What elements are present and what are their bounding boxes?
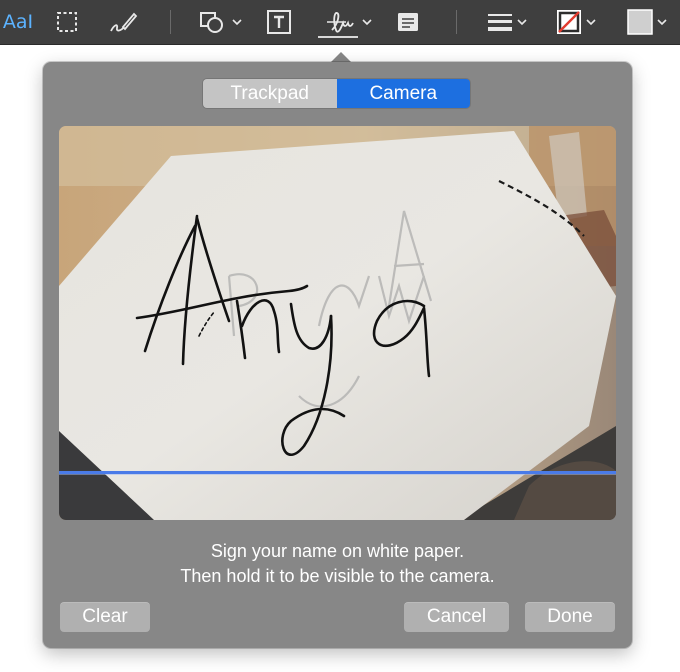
instruction-line-1: Sign your name on white paper.: [210, 541, 465, 561]
done-button[interactable]: Done: [525, 602, 615, 632]
shapes-button[interactable]: [196, 0, 244, 44]
tab-camera[interactable]: Camera: [336, 79, 470, 108]
sketch-button[interactable]: [107, 0, 139, 44]
tab-trackpad-label: Trackpad: [230, 82, 310, 104]
input-mode-segmented-control: Trackpad Camera: [203, 79, 470, 108]
cancel-button-label: Cancel: [426, 606, 487, 627]
text-box-icon: [267, 10, 291, 34]
clear-button[interactable]: Clear: [60, 602, 150, 632]
signature-active-indicator: [318, 36, 358, 38]
line-style-button[interactable]: [484, 0, 530, 44]
chevron-down-icon: [232, 19, 242, 26]
toolbar-separator: [170, 10, 171, 34]
signature-popover: Trackpad Camera Sign your name on white …: [43, 62, 632, 648]
camera-preview: [59, 126, 616, 520]
signature-instructions: Sign your name on white paper. Then hold…: [43, 539, 632, 589]
chevron-down-icon: [586, 19, 596, 26]
chevron-down-icon: [517, 19, 527, 26]
instruction-line-2: Then hold it to be visible to the camera…: [180, 566, 495, 586]
fill-color-button[interactable]: [622, 0, 672, 44]
cancel-button[interactable]: Cancel: [404, 602, 509, 632]
note-button[interactable]: [395, 0, 421, 44]
border-color-icon: [557, 10, 581, 34]
clear-button-label: Clear: [82, 606, 128, 627]
text-box-button[interactable]: [264, 0, 294, 44]
chevron-down-icon: [657, 19, 667, 26]
rectangular-selection-button[interactable]: [54, 0, 80, 44]
sketch-icon: [110, 12, 138, 32]
chevron-down-icon: [362, 19, 372, 26]
rectangular-selection-icon: [57, 12, 77, 32]
line-style-icon: [488, 14, 512, 31]
camera-feed-image: [59, 126, 616, 520]
text-style-button[interactable]: AaI: [0, 0, 36, 44]
tab-camera-label: Camera: [369, 82, 438, 104]
done-button-label: Done: [547, 606, 593, 627]
tab-trackpad[interactable]: Trackpad: [203, 79, 337, 108]
signature-icon: [327, 12, 354, 33]
signature-baseline: [59, 471, 616, 474]
text-style-label: AaI: [2, 11, 34, 33]
markup-toolbar: AaI: [0, 0, 680, 45]
toolbar-separator: [456, 10, 457, 34]
fill-color-icon: [627, 9, 653, 35]
preview-window: AaI Trackpad Camera Sign your name on wh…: [0, 0, 680, 672]
note-icon: [398, 13, 418, 31]
border-color-button[interactable]: [552, 0, 600, 44]
shapes-icon: [200, 12, 223, 33]
